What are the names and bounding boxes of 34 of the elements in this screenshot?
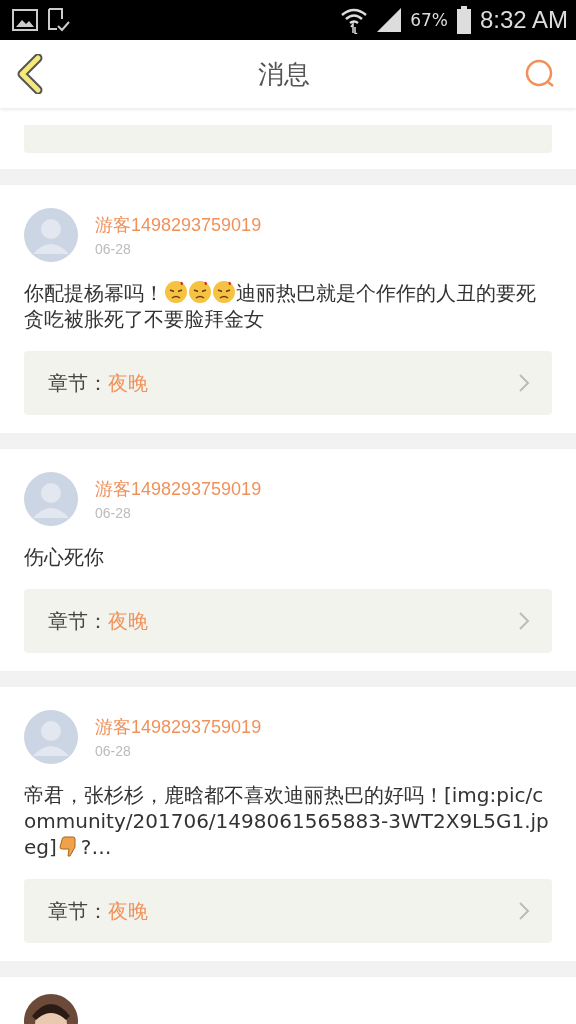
battery-icon — [455, 6, 472, 34]
chapter-card[interactable]: 章节：夜晚 — [24, 589, 552, 653]
message-text: 伤心死你 — [24, 544, 105, 570]
chevron-right-icon — [518, 373, 530, 393]
page-title: 消息 — [258, 57, 310, 91]
battery-percent: 67% — [410, 10, 448, 30]
download-check-icon — [46, 7, 70, 33]
message-date: 06-28 — [95, 743, 132, 759]
angry-face-icon — [188, 280, 212, 304]
message-date: 06-28 — [95, 505, 132, 521]
chapter-card[interactable]: 章节：夜晚 — [24, 879, 552, 943]
chevron-right-icon — [518, 901, 530, 921]
back-icon[interactable] — [16, 54, 44, 94]
message-date: 06-28 — [95, 241, 132, 257]
avatar-icon — [24, 472, 78, 526]
avatar-icon — [24, 208, 78, 262]
message-text: 帝君，张杉杉，鹿晗都不喜欢迪丽热巴的好吗！[img:pic/community/201706/1498061565883-3WT2X9L5G1.jpeg] ?… — [24, 782, 550, 860]
chevron-right-icon — [518, 611, 530, 631]
angry-face-icon — [212, 280, 236, 304]
chapter-label: 章节： — [48, 369, 108, 397]
search-icon[interactable] — [524, 58, 556, 90]
avatar-icon — [24, 710, 78, 764]
chapter-label: 章节： — [48, 897, 108, 925]
clock: 8:32 AM — [479, 6, 568, 34]
chapter-name: 夜晚 — [108, 607, 148, 635]
chapter-name: 夜晚 — [108, 897, 148, 925]
image-icon — [12, 9, 38, 31]
chapter-label: 章节： — [48, 607, 108, 635]
wifi-icon — [340, 6, 369, 34]
chapter-name: 夜晚 — [108, 369, 148, 397]
angry-face-icon — [164, 280, 188, 304]
signal-icon — [376, 7, 403, 33]
chapter-card[interactable]: 章节：夜晚 — [24, 351, 552, 415]
message-text: 你配提杨幂吗！ 迪丽热巴就是个作作的人丑的要死贪吃被胀死了不要脸拜金女 — [24, 280, 537, 332]
